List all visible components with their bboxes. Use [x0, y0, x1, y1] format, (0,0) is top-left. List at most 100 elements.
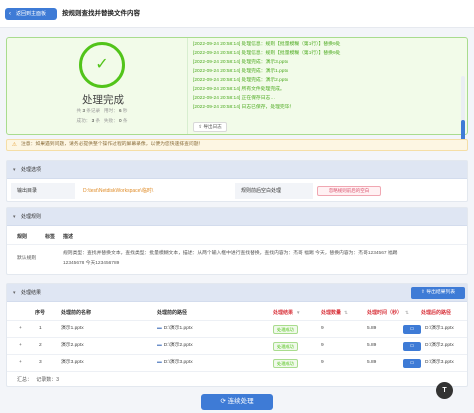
chevron-down-icon: ▾ [13, 214, 16, 220]
row-time: 5.89 [367, 360, 377, 365]
row-path[interactable]: ▬ D:\演示3.pptx [157, 356, 193, 370]
results-panel-header[interactable]: ▾ 处理结果 [7, 284, 467, 302]
expand-row-icon[interactable]: + [19, 322, 22, 336]
log-line: [2022-09-24 20:58:14] 日志已保存，处理完毕！ [193, 105, 295, 110]
rule-desc-line2: 12345678 今天123456789 [63, 261, 120, 266]
arrow-up-icon: T [442, 387, 447, 394]
log-line: [2022-09-24 20:58:14] 所有文件处理完成。 [193, 87, 285, 92]
col-time-label: 处理时间（秒） [367, 310, 403, 316]
rules-row-divider [7, 244, 467, 245]
expand-row-icon[interactable]: + [19, 339, 22, 353]
folder-open-icon: ▭ [409, 360, 415, 366]
col-count[interactable]: 处理数量 ⇅ [321, 306, 348, 320]
row-count: 9 [321, 326, 324, 331]
output-dir-value[interactable]: D:\test\NetdiskWorkspace\临时\ [75, 183, 235, 199]
summary-count: 记录数：3 [36, 377, 59, 383]
result-card: ✓ 处理完成 共 3 条记录 用时： 6 秒 成功： 3 条 失败： 0 条 [… [6, 37, 468, 148]
total-label: 共 [76, 108, 82, 113]
row-path[interactable]: ▬ D:\演示1.pptx [157, 322, 193, 336]
folder-open-icon: ▭ [409, 343, 415, 349]
chevron-down-icon: ▾ [13, 167, 16, 173]
row-seq: 2 [39, 343, 42, 348]
success-count: 3 [91, 118, 95, 123]
row-path[interactable]: ▬ D:\演示2.pptx [157, 339, 193, 353]
export-results-button[interactable]: ⇪ 导出结果列表 [411, 287, 465, 299]
success-label: 成功： [76, 118, 91, 123]
output-dir-label: 输出目录 [11, 183, 75, 199]
expand-row-icon[interactable]: + [19, 356, 22, 370]
export-log-button[interactable]: ⇪ 导出日志 [193, 122, 227, 132]
results-section-title: 处理结果 [21, 290, 42, 296]
rules-col-rule: 规则 [17, 234, 28, 240]
sort-icon[interactable]: ⇅ [405, 310, 409, 315]
empty-rule-label: 规则前后空白处理 [235, 183, 313, 199]
row-divider [7, 354, 467, 355]
status-badge: 处理成功 [273, 325, 298, 334]
back-to-top-button[interactable]: T [436, 382, 453, 399]
row-path-text: D:\演示1.pptx [163, 326, 193, 331]
time-label: 用时： [103, 108, 118, 113]
col-seq: 序号 [35, 310, 46, 316]
col-after-path: 处理后的路径 [421, 310, 452, 316]
notice-text: 注意：如果遇到问题，请务必提供整个操作过程的屏幕录像，以便为您快速排查问题！ [21, 142, 204, 147]
stat-success-fail: 成功： 3 条 失败： 0 条 [37, 118, 167, 124]
row-time: 5.89 [367, 326, 377, 331]
rules-panel-header[interactable]: ▾ 处理规则 [7, 208, 467, 226]
col-before-name: 处理前的名称 [61, 310, 92, 316]
log-line: [2022-09-24 20:58:14] 处理完成：演示2.pptx [193, 78, 289, 83]
log-line: [2022-09-24 20:58:14] 处理信息：规则【批量模糊（第1行）】… [193, 51, 341, 56]
back-button-label: 返回到主面板 [16, 11, 47, 17]
fail-unit: 条 [122, 118, 128, 123]
rules-section-title: 处理规则 [21, 214, 42, 220]
rule-desc-line1: 规则类型：查找并替换文本，查找类型：批量模糊文本，描述：从两个输入框中进行查找替… [63, 251, 398, 256]
row-name: 演示3.pptx [61, 360, 84, 365]
arrow-left-icon: ‹ [9, 11, 11, 17]
rules-col-desc: 描述 [63, 234, 74, 240]
warning-icon: ⚠ [12, 142, 17, 148]
log-scrollbar[interactable] [461, 76, 465, 148]
back-to-dashboard-button[interactable]: ‹ 返回到主面板 [5, 8, 57, 20]
upload-icon: ⇪ [198, 124, 203, 129]
folder-open-icon: ▭ [409, 326, 415, 332]
open-folder-button[interactable]: ▭ [403, 359, 421, 368]
chevron-down-icon: ▾ [13, 290, 16, 296]
filter-icon[interactable]: ▼ [296, 310, 300, 315]
open-folder-button[interactable]: ▭ [403, 342, 421, 351]
log-line: [2022-09-24 20:58:14] 处理信息：规则【批量模糊（第1行）】… [193, 42, 341, 47]
log-line: [2022-09-24 20:58:14] 正在保存日志… [193, 96, 276, 101]
success-unit: 条 [95, 118, 101, 123]
total-count: 3 [82, 108, 85, 113]
row-after-path[interactable]: D:\演示3.pptx [425, 356, 454, 370]
log-list[interactable]: [2022-09-24 20:58:14] 处理信息：规则【批量模糊（第1行）】… [193, 40, 461, 120]
sort-icon[interactable]: ⇅ [344, 310, 348, 315]
card-divider [187, 38, 188, 134]
row-seq: 1 [39, 326, 42, 331]
results-panel: ▾ 处理结果 ⇪ 导出结果列表 序号 处理前的名称 处理前的路径 处理结果 ▼ 处… [6, 283, 468, 387]
top-bar: ‹ 返回到主面板 按规则查找并替换文件内容 [0, 0, 474, 28]
folder-icon: ▬ [157, 326, 162, 331]
status-badge: 处理成功 [273, 359, 298, 368]
continue-processing-button[interactable]: ⟳ 连续处理 [201, 394, 273, 410]
row-divider [7, 371, 467, 372]
col-time[interactable]: 处理时间（秒） ⇅ [367, 306, 409, 320]
folder-icon: ▬ [157, 360, 162, 365]
row-after-path[interactable]: D:\演示2.pptx [425, 339, 454, 353]
fail-label: 失败： [103, 118, 118, 123]
col-count-label: 处理数量 [321, 310, 342, 316]
row-count: 9 [321, 360, 324, 365]
options-panel: ▾ 处理选项 输出目录 D:\test\NetdiskWorkspace\临时\… [6, 160, 468, 202]
status-badge: 处理成功 [273, 342, 298, 351]
log-line: [2022-09-24 20:58:14] 处理完成：演示3.pptx [193, 60, 289, 65]
open-folder-button[interactable]: ▭ [403, 325, 421, 334]
results-summary: 汇总： 记录数：3 [17, 376, 59, 383]
export-log-label: 导出日志 [203, 124, 222, 129]
row-name: 演示2.pptx [61, 343, 84, 348]
export-icon: ⇪ [420, 290, 425, 295]
col-status[interactable]: 处理结果 ▼ [273, 306, 300, 320]
stat-total-time: 共 3 条记录 用时： 6 秒 [37, 108, 167, 114]
options-panel-header[interactable]: ▾ 处理选项 [7, 161, 467, 179]
success-check-icon: ✓ [79, 42, 125, 88]
folder-icon: ▬ [157, 343, 162, 348]
log-line: [2022-09-24 20:58:14] 处理完成：演示1.pptx [193, 69, 289, 74]
row-after-path[interactable]: D:\演示1.pptx [425, 322, 454, 336]
